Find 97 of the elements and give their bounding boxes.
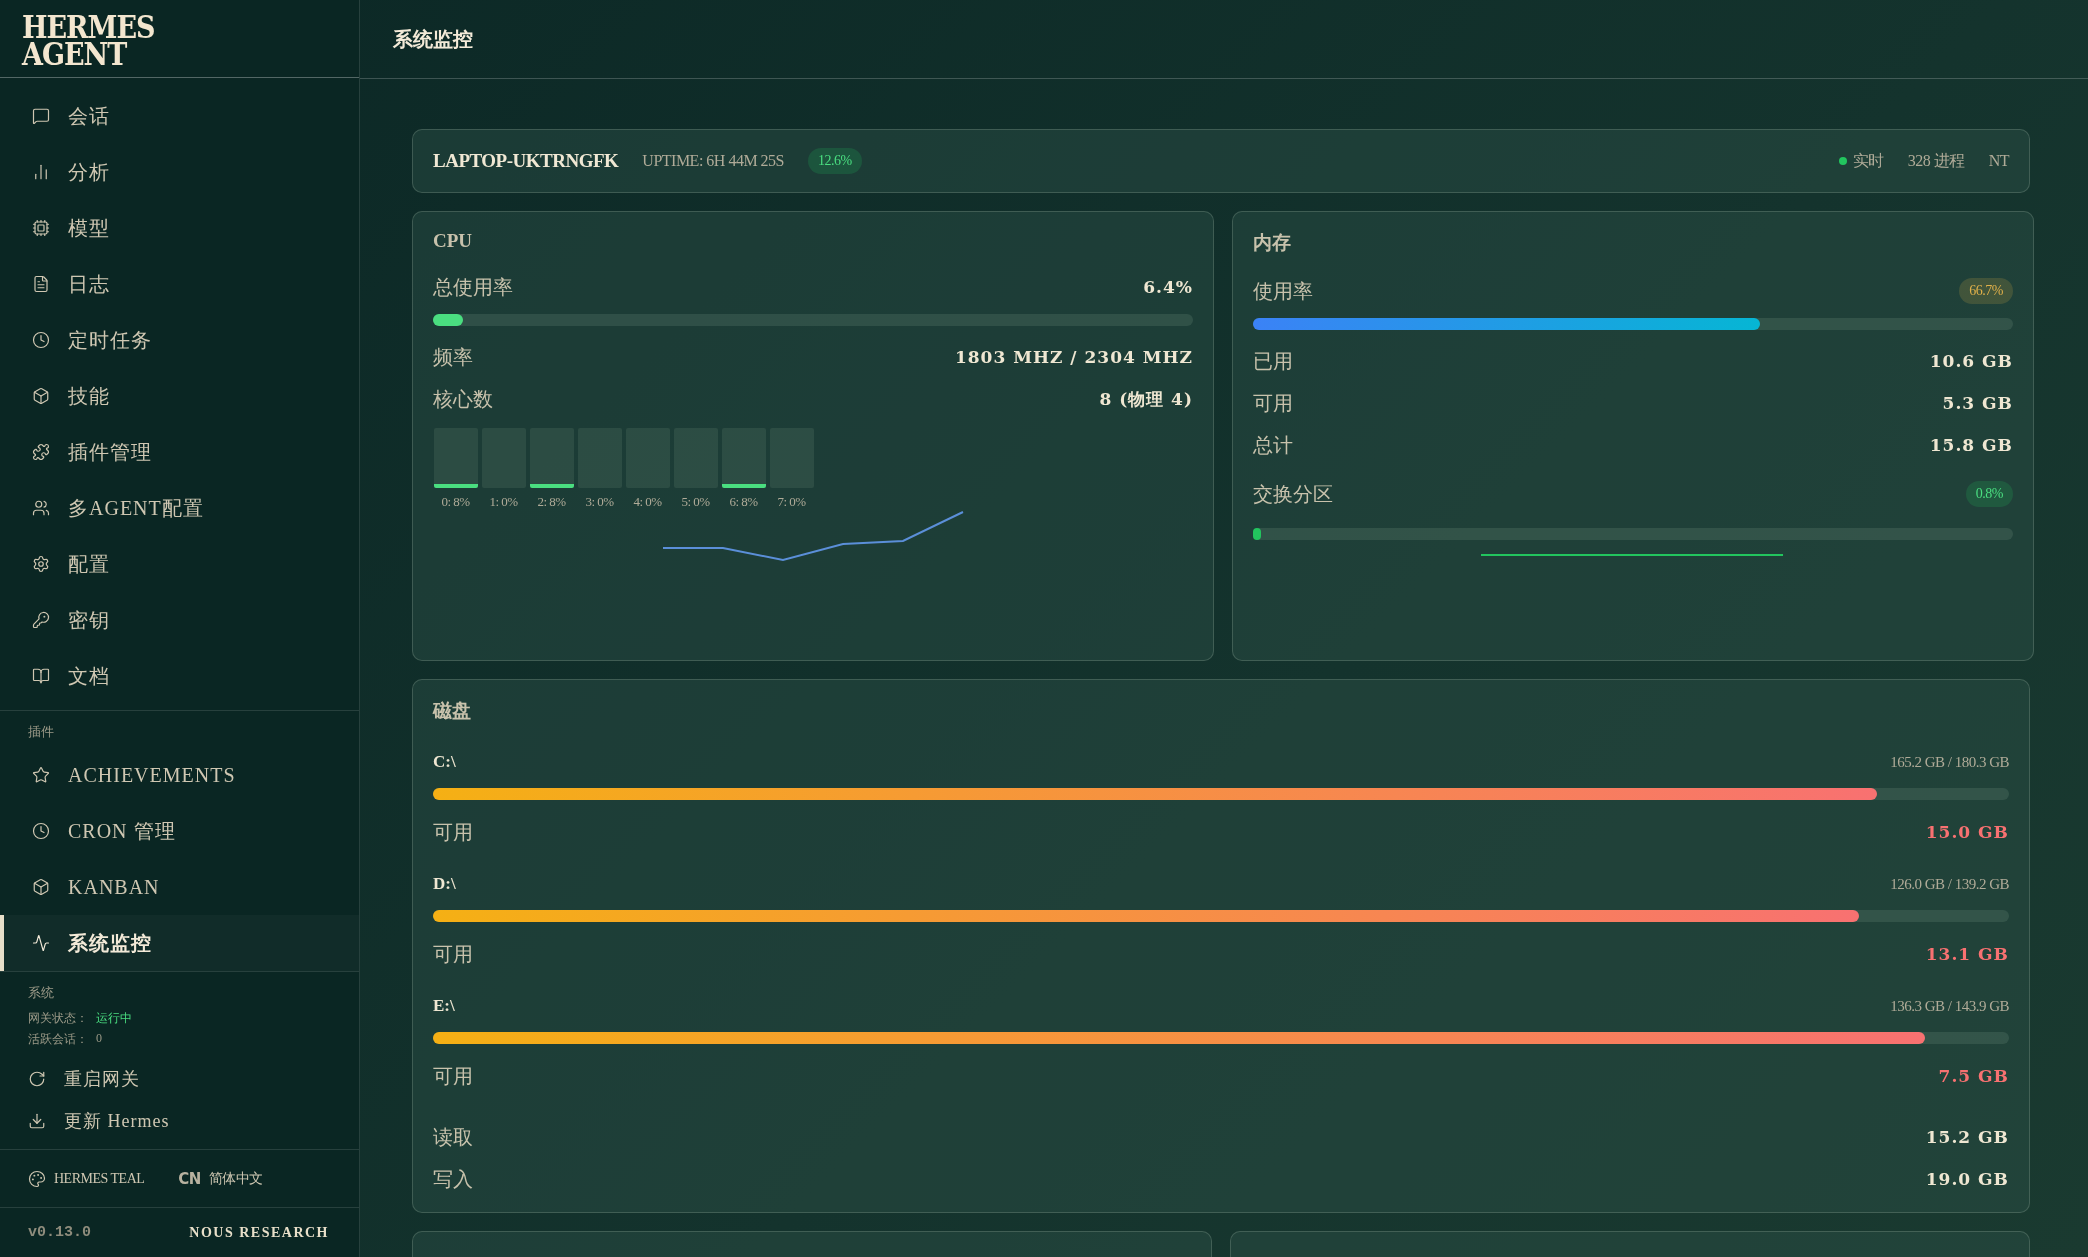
users-icon	[32, 499, 50, 517]
nav-item[interactable]: 日志	[0, 256, 359, 312]
host-name: LAPTOP-UKTRNGFK	[433, 150, 619, 172]
book-icon	[32, 667, 50, 685]
status-value: 0	[96, 1031, 102, 1047]
usage-badge: 66.7%	[1959, 278, 2013, 304]
nav-item[interactable]: 分析	[0, 144, 359, 200]
card-title: 磁盘	[433, 699, 471, 723]
metric-label: 写入	[433, 1166, 473, 1192]
free-value: 15.0 GB	[1925, 822, 2009, 842]
metric-label: 可用	[1253, 390, 1293, 416]
metric-label: 可用	[433, 941, 473, 967]
metric-value: 1803 MHZ / 2304 MHZ	[954, 347, 1193, 367]
nav-item[interactable]: 系统监控	[0, 915, 359, 971]
nav-item[interactable]: 插件管理	[0, 424, 359, 480]
refresh-icon	[28, 1070, 46, 1088]
logo-text: AGENT	[22, 39, 127, 71]
metric-value: 6.4%	[1143, 277, 1193, 297]
nav-item[interactable]: 配置	[0, 536, 359, 592]
core-label: 2: 8%	[537, 494, 566, 510]
nav-item[interactable]: ACHIEVEMENTS	[0, 747, 359, 803]
document-icon	[32, 275, 50, 293]
nav-item[interactable]: CRON 管理	[0, 803, 359, 859]
nav-item[interactable]: 密钥	[0, 592, 359, 648]
metric-label: 交换分区	[1253, 481, 1333, 507]
core-label: 1: 0%	[489, 494, 518, 510]
free-value: 7.5 GB	[1938, 1066, 2009, 1086]
core-label: 7: 0%	[777, 494, 806, 510]
card-title: CPU	[433, 230, 473, 252]
metric-label: 总计	[1253, 432, 1293, 458]
drive-name: E:\	[433, 996, 455, 1016]
settings-icon	[32, 555, 50, 573]
nav-item[interactable]: 定时任务	[0, 312, 359, 368]
metric-label: 总使用率	[433, 274, 513, 300]
puzzle-icon	[32, 443, 50, 461]
language-button[interactable]: CN 简体中文	[178, 1169, 263, 1188]
drive-usage: 165.2 GB / 180.3 GB	[1890, 753, 2009, 771]
nav-item[interactable]: 多AGENT配置	[0, 480, 359, 536]
core-label: 5: 0%	[681, 494, 710, 510]
core-label: 6: 8%	[729, 494, 758, 510]
theme-button[interactable]: HERMES TEAL	[28, 1169, 145, 1188]
load-badge: 12.6%	[808, 148, 862, 174]
box-icon	[32, 387, 50, 405]
metric-label: 已用	[1253, 348, 1293, 374]
status-label: 网关状态：	[28, 1010, 88, 1027]
free-value: 13.1 GB	[1925, 944, 2009, 964]
chat-icon	[32, 107, 50, 125]
metric-value: 10.6 GB	[1929, 351, 2013, 371]
action-item[interactable]: 更新 Hermes	[0, 1100, 359, 1142]
section-heading: 插件	[27, 723, 54, 741]
metric-value: 19.0 GB	[1925, 1169, 2009, 1189]
box-icon	[32, 878, 50, 896]
card-title: 内存	[1253, 231, 1291, 255]
core-label: 0: 8%	[441, 494, 470, 510]
nav-item[interactable]: 模型	[0, 200, 359, 256]
nav-item[interactable]: 文档	[0, 648, 359, 704]
clock-icon	[32, 822, 50, 840]
metric-label: 可用	[433, 819, 473, 845]
drive-name: D:\	[433, 874, 456, 894]
core-label: 3: 0%	[585, 494, 614, 510]
metric-label: 频率	[433, 344, 473, 370]
metric-label: 读取	[433, 1124, 473, 1150]
clock-icon	[32, 331, 50, 349]
metric-label: 可用	[433, 1063, 473, 1089]
live-dot	[1838, 157, 1847, 165]
nav-item[interactable]: 技能	[0, 368, 359, 424]
pulse-icon	[32, 934, 50, 952]
swap-badge: 0.8%	[1965, 481, 2013, 507]
download-icon	[28, 1112, 46, 1130]
core-label: 4: 0%	[633, 494, 662, 510]
uptime-text: UPTIME: 6H 44M 25S	[642, 152, 784, 170]
brand-text: NOUS RESEARCH	[189, 1224, 329, 1241]
drive-usage: 126.0 GB / 139.2 GB	[1890, 875, 2009, 893]
section-heading: 系统	[27, 984, 54, 1002]
os-text: NT	[1988, 152, 2009, 170]
nav-item[interactable]: KANBAN	[0, 859, 359, 915]
live-text: 实时	[1852, 150, 1884, 171]
metric-value: 15.2 GB	[1925, 1127, 2009, 1147]
palette-icon	[28, 1169, 46, 1188]
metric-value: 5.3 GB	[1942, 393, 2013, 413]
bar-chart-icon	[32, 163, 50, 181]
metric-label: 核心数	[433, 386, 493, 412]
nav-item[interactable]: 会话	[0, 88, 359, 144]
status-label: 活跃会话：	[28, 1031, 88, 1048]
metric-value: 15.8 GB	[1929, 435, 2013, 455]
process-count: 328 进程	[1907, 150, 1965, 171]
drive-name: C:\	[433, 752, 456, 772]
metric-value: 8 (物理 4)	[1099, 387, 1193, 411]
star-icon	[32, 766, 50, 784]
key-icon	[32, 611, 50, 629]
version-text: v0.13.0	[28, 1224, 91, 1241]
drive-usage: 136.3 GB / 143.9 GB	[1890, 997, 2009, 1015]
status-value: 运行中	[96, 1010, 132, 1027]
page-title: 系统监控	[393, 26, 473, 52]
chip-icon	[32, 219, 50, 237]
action-item[interactable]: 重启网关	[0, 1058, 359, 1100]
metric-label: 使用率	[1253, 278, 1313, 304]
